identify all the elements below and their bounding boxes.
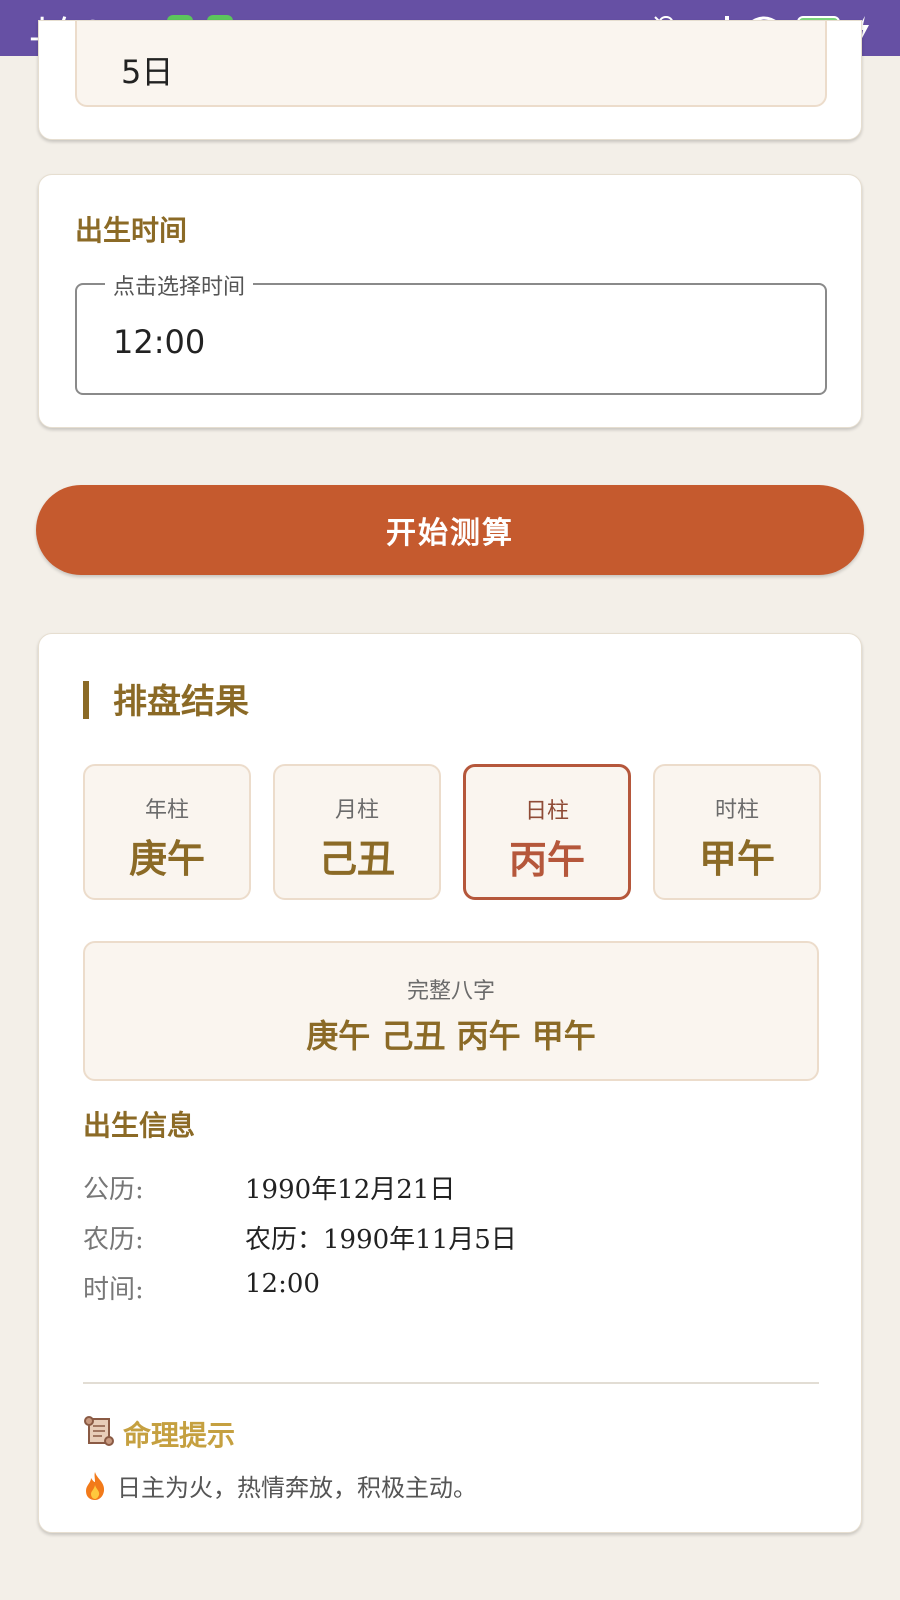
tip-header: 命理提示 [83,1414,235,1454]
tip-row: 日主为火，热情奔放，积极主动。 [83,1468,477,1503]
pillar-value: 庚午 [128,836,205,881]
pillar-day: 日柱 丙午 [463,764,631,900]
birth-info-title: 出生信息 [83,1109,196,1142]
pillar-label: 日柱 [524,799,569,824]
pillar-label: 年柱 [144,798,189,823]
birth-date-card: 5日 [38,20,862,140]
full-bazi-label: 完整八字 [406,979,495,1004]
pillar-label: 时柱 [714,798,759,823]
title-accent-bar [83,681,89,719]
info-value: 1990年12月21日 [245,1175,456,1205]
pillar-hour: 时柱 甲午 [653,764,821,900]
pillar-month: 月柱 己丑 [273,764,441,900]
date-value: 5日 [121,53,174,91]
fire-icon [86,1471,105,1500]
pillar-value: 己丑 [318,836,395,881]
scroll-icon [83,1415,115,1453]
time-input[interactable]: 点击选择时间 12:00 [75,269,827,395]
info-key: 时间: [83,1275,144,1305]
birth-time-card: 出生时间 点击选择时间 12:00 [38,174,862,428]
time-input-label: 点击选择时间 [105,269,254,301]
pillar-value: 甲午 [698,836,775,881]
tip-text: 日主为火，热情奔放，积极主动。 [117,1474,477,1502]
info-value: 12:00 [245,1269,320,1299]
pillar-value: 丙午 [508,837,585,882]
date-field[interactable]: 5日 [75,21,827,107]
time-input-value: 12:00 [113,323,206,361]
result-card: 排盘结果 年柱 庚午 月柱 己丑 日柱 丙午 时柱 甲午 完整八字 庚午 己丑 … [38,633,862,1533]
divider [83,1382,819,1384]
start-calculation-button[interactable]: 开始测算 [36,485,864,575]
pillar-label: 月柱 [334,798,379,823]
result-title: 排盘结果 [113,682,249,722]
full-bazi-box: 完整八字 庚午 己丑 丙午 甲午 [83,941,819,1081]
full-bazi-value: 庚午 己丑 丙午 甲午 [306,1017,596,1055]
info-key: 公历: [83,1175,144,1205]
info-value: 农历：1990年11月5日 [245,1225,517,1255]
pillar-year: 年柱 庚午 [83,764,251,900]
birth-time-title: 出生时间 [75,214,188,247]
info-key: 农历: [83,1225,144,1255]
tip-title: 命理提示 [123,1419,236,1452]
